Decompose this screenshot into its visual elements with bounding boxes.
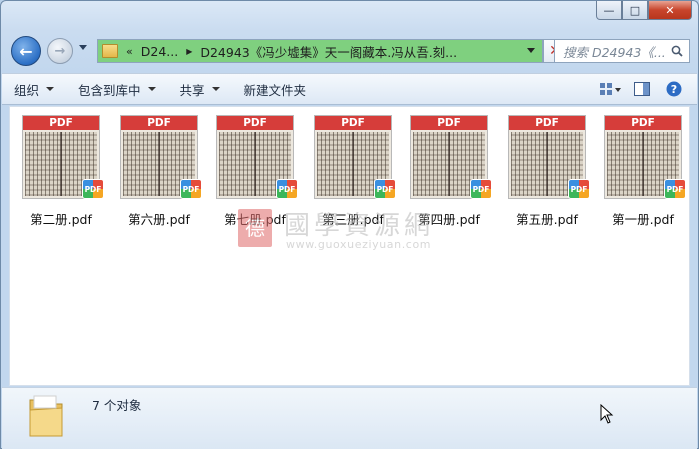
view-options-button[interactable]: [597, 77, 623, 101]
pdf-label: PDF: [217, 116, 293, 130]
breadcrumb-segment-current[interactable]: D24943《冯少墟集》天一阁藏本.冯从吾.刻...: [200, 42, 457, 61]
help-icon: ?: [666, 81, 682, 97]
view-options-icon: [600, 83, 621, 95]
chevron-down-icon: [211, 87, 220, 91]
file-name[interactable]: 第一册.pdf: [594, 209, 692, 228]
watermark: 德 國學資源網 www.guoxueziyuan.com: [238, 205, 478, 255]
mouse-cursor-icon: [600, 404, 614, 424]
explorer-window: — □ ✕ ← → « D24... ▶ D24943《冯少墟集》天一阁藏本.冯…: [0, 0, 699, 449]
file-item[interactable]: PDF PDF 第一册.pdf: [600, 115, 686, 227]
pdf-label: PDF: [23, 116, 99, 130]
details-pane: 7 个对象: [2, 387, 697, 449]
breadcrumb-separator-icon[interactable]: ▶: [186, 47, 192, 56]
file-name[interactable]: 第二册.pdf: [12, 209, 110, 228]
folder-icon: [29, 395, 63, 437]
back-button[interactable]: ←: [11, 36, 41, 66]
organize-button[interactable]: 组织: [2, 76, 66, 102]
command-bar: 组织 包含到库中 共享 新建文件夹 ?: [2, 73, 697, 105]
pdf-badge-icon: PDF: [180, 179, 202, 199]
pdf-badge-icon: PDF: [374, 179, 396, 199]
item-count: 7 个对象: [92, 398, 142, 413]
pdf-label: PDF: [605, 116, 681, 130]
svg-text:?: ?: [671, 83, 677, 96]
file-name[interactable]: 第五册.pdf: [498, 209, 596, 228]
new-folder-button[interactable]: 新建文件夹: [232, 76, 319, 102]
file-item[interactable]: PDF PDF 第二册.pdf: [18, 115, 104, 227]
minimize-button[interactable]: —: [596, 1, 622, 20]
toolbar-right: ?: [591, 77, 687, 101]
address-overflow-chevron[interactable]: «: [126, 45, 133, 58]
search-icon[interactable]: [671, 45, 683, 57]
file-item[interactable]: PDF PDF 第五册.pdf: [504, 115, 590, 227]
pdf-badge-icon: PDF: [664, 179, 686, 199]
pdf-badge-icon: PDF: [82, 179, 104, 199]
pdf-label: PDF: [121, 116, 197, 130]
address-bar[interactable]: « D24... ▶ D24943《冯少墟集》天一阁藏本.冯从吾.刻...: [97, 39, 543, 63]
pdf-label: PDF: [315, 116, 391, 130]
watermark-title: 國學資源網: [284, 211, 435, 241]
watermark-seal-icon: 德: [238, 209, 272, 247]
file-item[interactable]: PDF PDF 第六册.pdf: [116, 115, 202, 227]
file-list-view[interactable]: PDF PDF 第二册.pdf PDF PDF 第六册.pdf PDF PDF …: [9, 106, 690, 386]
organize-label: 组织: [14, 82, 40, 98]
preview-pane-icon: [634, 82, 650, 96]
include-in-library-button[interactable]: 包含到库中: [66, 76, 168, 102]
file-name[interactable]: 第六册.pdf: [110, 209, 208, 228]
chevron-down-icon: [46, 87, 55, 91]
address-dropdown-icon[interactable]: [527, 48, 535, 53]
close-button[interactable]: ✕: [648, 1, 692, 20]
pdf-badge-icon: PDF: [568, 179, 590, 199]
caption-buttons: — □ ✕: [596, 1, 692, 20]
preview-pane-button[interactable]: [629, 77, 655, 101]
share-button[interactable]: 共享: [168, 76, 232, 102]
pdf-badge-icon: PDF: [470, 179, 492, 199]
navigation-row: ← → « D24... ▶ D24943《冯少墟集》天一阁藏本.冯从吾.刻..…: [9, 35, 690, 67]
forward-arrow-icon: →: [54, 43, 66, 59]
include-in-library-label: 包含到库中: [78, 82, 141, 98]
folder-icon: [102, 44, 118, 58]
new-folder-label: 新建文件夹: [243, 82, 307, 98]
pdf-label: PDF: [509, 116, 585, 130]
pdf-badge-icon: PDF: [276, 179, 298, 199]
search-placeholder: 搜索 D24943《...: [563, 44, 665, 60]
share-label: 共享: [179, 82, 205, 98]
back-arrow-icon: ←: [19, 41, 33, 61]
breadcrumb-segment[interactable]: D24...: [141, 44, 178, 59]
help-button[interactable]: ?: [661, 77, 687, 101]
chevron-down-icon: [147, 87, 156, 91]
forward-button[interactable]: →: [47, 38, 73, 64]
recent-pages-dropdown[interactable]: [79, 45, 87, 50]
search-input[interactable]: 搜索 D24943《...: [554, 39, 690, 63]
watermark-url: www.guoxueziyuan.com: [286, 238, 432, 251]
maximize-button[interactable]: □: [622, 1, 648, 20]
pdf-label: PDF: [411, 116, 487, 130]
